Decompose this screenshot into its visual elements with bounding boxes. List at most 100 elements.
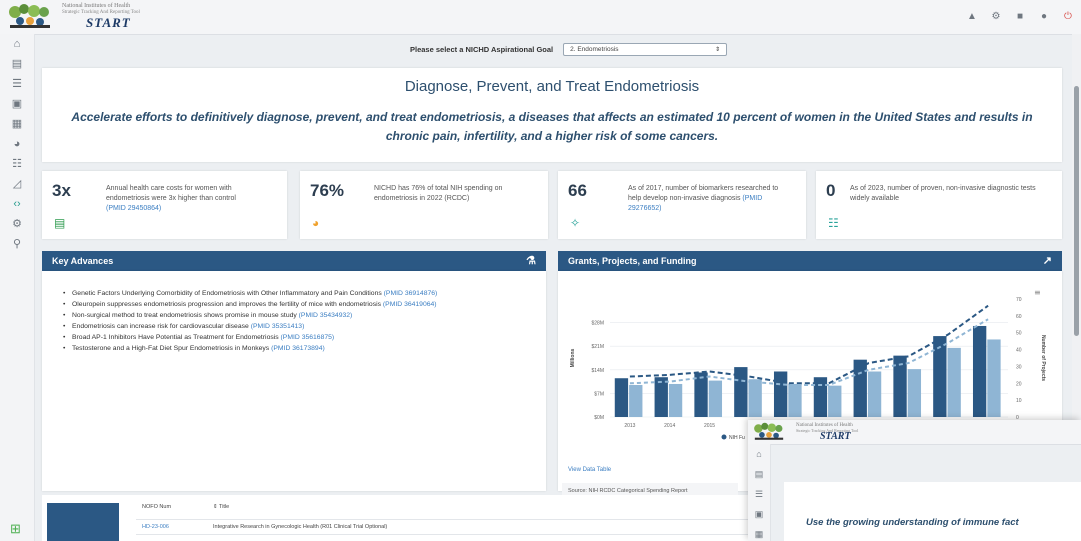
goal-hero-card: Diagnose, Prevent, and Treat Endometrios… (42, 68, 1062, 162)
key-advances-title: Key Advances (52, 256, 114, 266)
list-icon[interactable]: ☰ (0, 74, 34, 94)
goal-select-value: 2. Endometriosis (570, 46, 619, 53)
chart-bar (654, 377, 668, 417)
report-icon[interactable]: ▦ (748, 524, 770, 541)
chat-icon[interactable]: ■ (1015, 11, 1025, 22)
pie-chart-icon[interactable]: ◕ (0, 134, 34, 154)
pmid-link[interactable]: (PMID 35351413) (251, 323, 305, 330)
chart-bar (668, 383, 683, 417)
settings-icon[interactable]: ⚙ (0, 214, 34, 234)
y-tick-label: $0M (594, 415, 604, 421)
stat-description: Annual health care costs for women with … (106, 185, 236, 202)
y-axis-label: Millions (570, 348, 576, 367)
document-icon[interactable]: ▤ (0, 54, 34, 74)
goal-title: Diagnose, Prevent, and Treat Endometrios… (404, 78, 700, 95)
goal-selector-row: Please select a NICHD Aspirational Goal … (410, 43, 728, 56)
y2-axis-label: Number of Projects (1040, 335, 1046, 381)
top-bar: National Institutes of Health Strategic … (0, 0, 1081, 35)
chevron-updown-icon: ⇕ (715, 47, 721, 53)
key-advances-body: Genetic Factors Underlying Comorbidity o… (42, 271, 546, 491)
institution-icon: ☷ (828, 216, 839, 230)
org-chart-icon[interactable]: ◿ (0, 174, 34, 194)
list-item: Endometriosis can increase risk for card… (62, 322, 512, 331)
chart-bar (629, 384, 643, 417)
pmid-link[interactable]: (PMID 36914876) (384, 290, 438, 297)
stat-text: As of 2023, number of proven, non-invasi… (850, 184, 1050, 204)
nofo-link[interactable]: HD-23-006 (142, 524, 169, 530)
stat-text: NICHD has 76% of total NIH spending on e… (374, 184, 539, 204)
home-icon[interactable]: ⌂ (748, 444, 770, 464)
pmid-link[interactable]: (PMID 35616875) (281, 334, 335, 341)
dna-icon: ✧ (570, 216, 581, 230)
search-icon[interactable]: ⚲ (0, 234, 34, 254)
briefcase-icon[interactable]: ▣ (0, 94, 34, 114)
pmid-link[interactable]: (PMID 35434932) (299, 312, 353, 319)
chart-bar (614, 378, 629, 417)
code-icon[interactable]: ‹› (0, 194, 34, 214)
x-tick-label: 2014 (664, 423, 675, 429)
y2-tick-label: 40 (1016, 348, 1022, 354)
column-header-nofo-num[interactable]: NOFO Num (142, 504, 171, 510)
overlapping-window[interactable]: National Institutes of Health Strategic … (748, 420, 1081, 541)
chart-bar (828, 385, 842, 417)
goal-description: Accelerate efforts to definitively diagn… (71, 110, 1033, 143)
stat-value: 76% (310, 181, 345, 200)
pie-chart-icon: ◕ (312, 216, 320, 230)
list-item: Broad AP-1 Inhibitors Have Potential as … (62, 333, 512, 342)
stat-description: NICHD has 76% of total NIH spending on e… (374, 185, 503, 202)
grid-icon[interactable]: ⊞ (10, 521, 21, 537)
app-name: START (86, 15, 131, 30)
column-header-title[interactable]: ⇕ Title (213, 504, 229, 510)
megaphone-icon[interactable]: ▲ (967, 11, 977, 22)
grants-header: Grants, Projects, and Funding ↗ (558, 251, 1062, 271)
y2-tick-label: 50 (1016, 331, 1022, 337)
table-row[interactable]: HD-23-006 Integrative Research in Gyneco… (136, 519, 756, 535)
stat-value: 0 (826, 181, 836, 200)
scrollbar-thumb[interactable] (1074, 86, 1079, 336)
start-logo[interactable] (6, 3, 54, 31)
chart-bar (708, 380, 723, 417)
pmid-link[interactable]: (PMID 29450864) (106, 205, 161, 212)
home-icon[interactable]: ⌂ (0, 34, 34, 54)
stat-card-spending: 76% ◕ NICHD has 76% of total NIH spendin… (300, 171, 548, 239)
pmid-link[interactable]: (PMID 36173894) (271, 345, 325, 352)
chart-bar (748, 379, 762, 417)
view-data-table-link[interactable]: View Data Table (568, 467, 611, 473)
stat-value: 3x (52, 181, 71, 200)
user-icon[interactable]: ● (1039, 11, 1049, 22)
x-tick-label: 2015 (704, 423, 715, 429)
stat-text: Annual health care costs for women with … (106, 184, 276, 214)
nofo-side-block (47, 503, 119, 541)
app-name: START (820, 431, 851, 442)
chart-bar (947, 347, 961, 417)
pmid-link[interactable]: (PMID 36419064) (383, 301, 437, 308)
goal-selector-label: Please select a NICHD Aspirational Goal (410, 45, 554, 54)
key-advances-header: Key Advances ⚗ (42, 251, 546, 271)
document-icon[interactable]: ▤ (748, 464, 770, 484)
x-tick-label: 2013 (624, 423, 635, 429)
line-chart-icon[interactable]: ↗ (1043, 251, 1052, 271)
list-item: Oleuropein suppresses endometriosis prog… (62, 300, 512, 309)
y2-tick-label: 30 (1016, 364, 1022, 370)
power-icon[interactable]: ⏻ (1063, 11, 1073, 22)
y-tick-label: $14M (591, 368, 604, 374)
chart-bar (987, 339, 1001, 417)
header-actions: ▲ ⚙ ■ ● ⏻ (967, 11, 1073, 22)
chart-bar (788, 383, 802, 417)
list-item: Genetic Factors Underlying Comorbidity o… (62, 289, 512, 298)
mini-sidebar: ⌂ ▤ ☰ ▣ ▦ (748, 444, 771, 541)
briefcase-icon[interactable]: ▣ (748, 504, 770, 524)
list-item: Non-surgical method to treat endometrios… (62, 311, 512, 320)
stat-value: 66 (568, 181, 587, 200)
sidebar: ⌂ ▤ ☰ ▣ ▦ ◕ ☷ ◿ ‹› ⚙ ⚲ ⊞ (0, 34, 35, 541)
nofo-table: NOFO Num ⇕ Title HD-23-006 Integrative R… (42, 495, 762, 541)
report-icon[interactable]: ▦ (0, 114, 34, 134)
mini-top-bar: National Institutes of Health Strategic … (748, 420, 1081, 445)
library-icon[interactable]: ☷ (0, 154, 34, 174)
goal-select[interactable]: 2. Endometriosis ⇕ (563, 43, 728, 56)
y-tick-label: $7M (594, 391, 604, 397)
gear-icon[interactable]: ⚙ (991, 11, 1001, 22)
list-icon[interactable]: ☰ (748, 484, 770, 504)
stat-card-diagnostics: 0 ☷ As of 2023, number of proven, non-in… (816, 171, 1062, 239)
microscope-icon[interactable]: ⚗ (526, 251, 536, 271)
